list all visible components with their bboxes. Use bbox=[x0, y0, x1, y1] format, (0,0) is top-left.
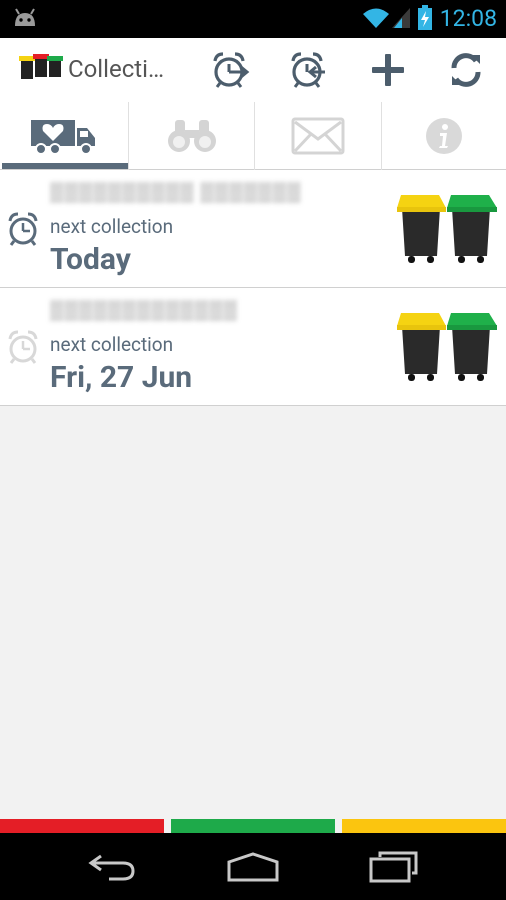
collection-item[interactable]: ▒▒▒▒▒▒▒▒▒▒▒▒▒ next collection Fri, 27 Ju… bbox=[0, 288, 506, 406]
alarm-icon[interactable] bbox=[6, 210, 42, 248]
recent-apps-icon bbox=[369, 851, 418, 883]
collection-truck-icon bbox=[31, 120, 95, 155]
back-icon bbox=[88, 854, 135, 881]
wifi-icon bbox=[363, 8, 389, 28]
tab-messages[interactable] bbox=[255, 102, 381, 170]
tab-collection[interactable] bbox=[0, 102, 128, 170]
collection-date: Today bbox=[50, 242, 131, 277]
signal-icon bbox=[392, 8, 410, 28]
selected-tab-indicator bbox=[2, 163, 128, 169]
collection-address: ▒▒▒▒▒▒▒▒▒▒ ▒▒▒▒▒▒▒ bbox=[50, 180, 302, 203]
alarm-icon[interactable] bbox=[6, 328, 42, 366]
bins-icon bbox=[397, 313, 497, 381]
add-button[interactable] bbox=[364, 46, 412, 94]
tab-bar bbox=[0, 102, 506, 170]
color-strip-yellow bbox=[342, 819, 506, 833]
next-collection-label: next collection bbox=[50, 215, 174, 238]
app-title[interactable]: Collecti… bbox=[68, 55, 164, 83]
color-strip-green bbox=[171, 819, 335, 833]
collection-date: Fri, 27 Jun bbox=[50, 360, 193, 395]
color-strip-red bbox=[0, 819, 164, 833]
info-icon bbox=[426, 118, 462, 154]
alarm-back-icon bbox=[291, 52, 325, 88]
refresh-button[interactable] bbox=[442, 46, 490, 94]
alarm-back-button[interactable] bbox=[284, 46, 332, 94]
alarm-forward-button[interactable] bbox=[206, 46, 254, 94]
battery-charging-icon bbox=[418, 5, 432, 30]
recent-apps-button[interactable] bbox=[359, 845, 429, 889]
back-button[interactable] bbox=[77, 845, 147, 889]
next-collection-label: next collection bbox=[50, 333, 174, 356]
envelope-icon bbox=[291, 117, 345, 155]
android-icon bbox=[15, 8, 35, 26]
collection-address: ▒▒▒▒▒▒▒▒▒▒▒▒▒ bbox=[50, 298, 238, 321]
home-button[interactable] bbox=[218, 845, 288, 889]
collection-list: ▒▒▒▒▒▒▒▒▒▒ ▒▒▒▒▒▒▒ next collection Today… bbox=[0, 170, 506, 406]
collection-item[interactable]: ▒▒▒▒▒▒▒▒▒▒ ▒▒▒▒▒▒▒ next collection Today bbox=[0, 170, 506, 288]
bins-icon bbox=[397, 195, 497, 263]
home-icon bbox=[227, 852, 279, 882]
action-bar: Collecti… bbox=[0, 38, 506, 102]
status-bar: 12:08 bbox=[0, 0, 506, 38]
status-clock: 12:08 bbox=[439, 5, 497, 32]
tab-search[interactable] bbox=[129, 102, 254, 170]
tab-info[interactable] bbox=[382, 102, 506, 170]
navigation-bar bbox=[0, 833, 506, 900]
binoculars-icon bbox=[167, 120, 216, 152]
alarm-forward-icon bbox=[213, 52, 250, 88]
add-icon bbox=[372, 54, 404, 86]
app-logo[interactable] bbox=[18, 51, 64, 85]
refresh-icon bbox=[451, 53, 481, 87]
